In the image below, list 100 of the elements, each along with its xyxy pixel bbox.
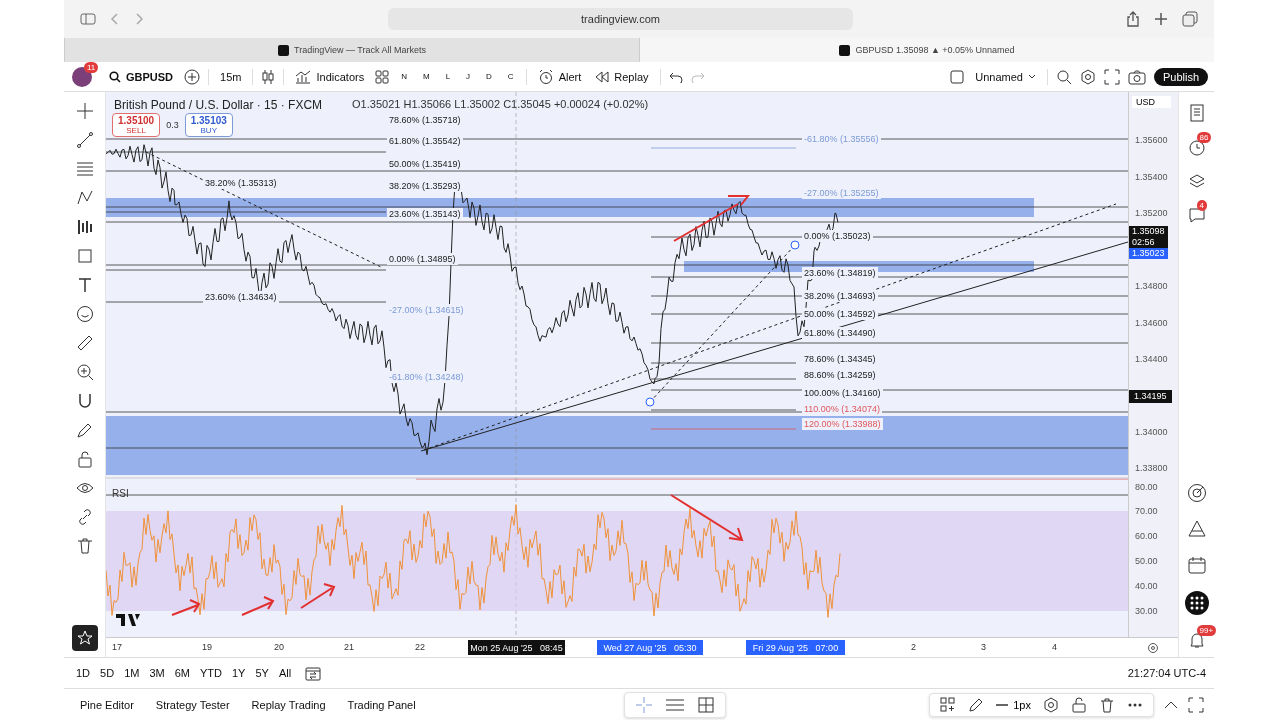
arrow-annotation bbox=[300, 583, 336, 609]
indicators-button[interactable]: Indicators bbox=[292, 67, 368, 86]
apps-button[interactable] bbox=[1184, 591, 1209, 615]
fullscreen-icon[interactable] bbox=[1103, 68, 1120, 85]
watchlist-icon[interactable] bbox=[1187, 104, 1206, 122]
caret-icon bbox=[1027, 73, 1036, 80]
layout-button[interactable]: L bbox=[441, 70, 455, 83]
replay-button[interactable]: Replay bbox=[592, 68, 652, 85]
target-icon[interactable] bbox=[1186, 483, 1207, 503]
range-button[interactable]: 1M bbox=[120, 665, 144, 681]
alarm-clock-icon[interactable] bbox=[1187, 138, 1206, 156]
publish-button[interactable]: Publish bbox=[1153, 67, 1208, 86]
bell-icon[interactable] bbox=[1187, 631, 1206, 649]
range-button[interactable]: 6M bbox=[170, 665, 194, 681]
fib-levels-icon[interactable] bbox=[75, 160, 94, 178]
trash-icon[interactable] bbox=[75, 537, 94, 555]
line-width-button[interactable]: 1px bbox=[996, 698, 1031, 711]
checkbox-icon[interactable] bbox=[950, 69, 965, 84]
unlock-icon[interactable] bbox=[1071, 696, 1087, 713]
settings-icon[interactable] bbox=[1079, 68, 1096, 85]
layout-button[interactable]: M bbox=[418, 70, 434, 83]
fib-level-label: 23.60% (1.34819) bbox=[802, 267, 878, 279]
range-button[interactable]: 1Y bbox=[227, 665, 250, 681]
apps-icon[interactable] bbox=[940, 696, 957, 713]
interval-button[interactable]: 15m bbox=[217, 68, 245, 85]
layout-name-button[interactable]: Unnamed bbox=[972, 68, 1039, 85]
settings-icon[interactable] bbox=[1043, 696, 1059, 713]
time-axis[interactable]: 17 19 20 21 22 Mon 25 Aug '25 08:45 Wed 27 Aug '25 05:30 Fri 29 Aug '25 07:00 2 3 4 bbox=[106, 637, 1128, 657]
favorite-button[interactable] bbox=[71, 625, 98, 651]
range-button[interactable]: 5D bbox=[96, 665, 119, 681]
pencil-icon[interactable] bbox=[968, 696, 985, 713]
range-button[interactable]: YTD bbox=[195, 665, 226, 681]
panel-tab[interactable]: Trading Panel bbox=[341, 696, 422, 713]
grid-icon[interactable] bbox=[375, 69, 390, 84]
trash-icon[interactable] bbox=[1099, 696, 1115, 713]
chat-icon[interactable] bbox=[1187, 206, 1206, 224]
camera-icon[interactable] bbox=[1127, 68, 1146, 85]
symbol-search[interactable]: GBPUSD bbox=[106, 68, 177, 85]
anchor-point[interactable] bbox=[790, 240, 800, 250]
anchor-point[interactable] bbox=[645, 397, 655, 407]
smiley-icon[interactable] bbox=[75, 305, 94, 323]
notification-badge: 86 bbox=[1196, 132, 1212, 143]
triangle-icon[interactable] bbox=[1186, 519, 1207, 539]
layout-button[interactable]: D bbox=[482, 70, 496, 83]
address-field[interactable]: tradingview.com bbox=[388, 8, 853, 30]
range-button[interactable]: 1D bbox=[72, 665, 95, 681]
rsi-tick: 40.00 bbox=[1135, 580, 1158, 593]
time-tick: 4 bbox=[1052, 642, 1057, 652]
rsi-tick: 60.00 bbox=[1135, 530, 1158, 543]
trend-line-icon[interactable] bbox=[75, 131, 94, 149]
panel-tab[interactable]: Replay Trading bbox=[245, 696, 332, 713]
price-tick: 1.33800 bbox=[1135, 462, 1168, 475]
time-tick: 20 bbox=[274, 642, 284, 652]
fib-level-label: 110.00% (1.34074) bbox=[802, 403, 882, 415]
crosshair-icon[interactable] bbox=[75, 102, 94, 120]
star-icon bbox=[76, 630, 93, 646]
rewind-icon bbox=[595, 70, 610, 83]
add-circle-icon[interactable] bbox=[184, 68, 201, 85]
maximize-icon[interactable] bbox=[1188, 696, 1204, 713]
layout-button[interactable]: N bbox=[397, 70, 411, 83]
price-axis[interactable]: USD 1.35600 1.35400 1.35200 1.34800 1.34600 1.34400 1.34000 1.33800 80.00 70.00 60.00 50.00 40.00 30.00 1.35098 02:56 1.35023 1.34195 bbox=[1128, 92, 1178, 637]
rsi-tick: 30.00 bbox=[1135, 605, 1158, 618]
grid-box-icon[interactable] bbox=[697, 695, 716, 714]
range-button[interactable]: All bbox=[274, 665, 296, 681]
tabs-icon[interactable] bbox=[1182, 11, 1198, 27]
range-button[interactable]: 3M bbox=[145, 665, 169, 681]
panel-tab[interactable]: Strategy Tester bbox=[149, 696, 236, 713]
clock[interactable]: 21:27:04 UTC-4 bbox=[1127, 667, 1206, 679]
fib-level-label: 0.00% (1.35023) bbox=[802, 230, 873, 242]
panel-tab[interactable]: Pine Editor bbox=[74, 696, 140, 713]
browser-tab[interactable]: GBPUSD 1.35098 ▲ +0.05% Unnamed bbox=[639, 38, 1214, 62]
sidebar-icon[interactable] bbox=[80, 13, 96, 25]
zoom-icon[interactable] bbox=[75, 363, 94, 381]
candles-icon[interactable] bbox=[261, 68, 276, 85]
undo-icon[interactable] bbox=[668, 70, 683, 83]
logo-icon bbox=[116, 614, 140, 626]
pattern-icon[interactable] bbox=[75, 189, 94, 207]
layout-button[interactable]: J bbox=[462, 70, 475, 83]
chevron-up-icon[interactable] bbox=[1164, 699, 1178, 710]
rectangle-icon[interactable] bbox=[75, 247, 94, 265]
layout-button[interactable]: C bbox=[503, 70, 518, 83]
share-icon[interactable] bbox=[1126, 11, 1140, 27]
ruler-icon[interactable] bbox=[75, 334, 94, 352]
range-button[interactable]: 5Y bbox=[251, 665, 273, 681]
currency-dropdown[interactable]: USD bbox=[1132, 96, 1171, 108]
fib-level-label: 50.00% (1.35419) bbox=[387, 158, 463, 170]
sell-button[interactable]: 1.35100 SELL bbox=[112, 113, 161, 137]
chart-icon bbox=[295, 69, 312, 84]
chart-pane[interactable] bbox=[106, 92, 1128, 637]
settings-icon[interactable] bbox=[1147, 641, 1159, 654]
search-icon[interactable] bbox=[1055, 68, 1072, 85]
plus-icon[interactable] bbox=[1154, 12, 1168, 26]
lock-icon[interactable] bbox=[75, 450, 94, 468]
calendar-icon[interactable] bbox=[305, 665, 322, 681]
calendar-icon[interactable] bbox=[1186, 555, 1207, 575]
buy-button[interactable]: 1.35103 BUY bbox=[184, 113, 233, 137]
layers-icon[interactable] bbox=[1187, 172, 1206, 190]
fib-level-label: 78.60% (1.35718) bbox=[387, 114, 463, 126]
fib-level-label: 23.60% (1.35143) bbox=[387, 208, 463, 220]
alert-button[interactable]: Alert bbox=[534, 66, 585, 87]
